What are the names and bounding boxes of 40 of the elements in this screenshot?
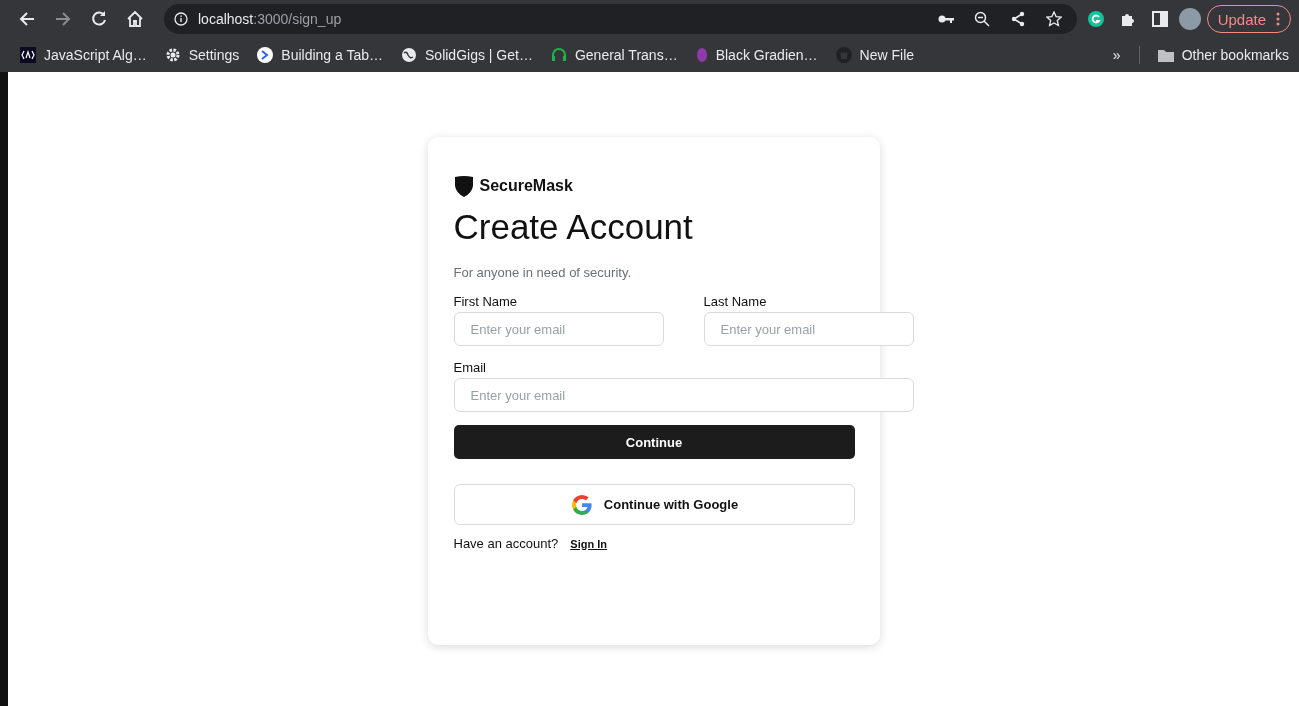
account-prompt: Have an account? [453, 536, 559, 551]
sign-in-link[interactable]: Sign In [570, 537, 607, 550]
bookmark[interactable]: New File [835, 47, 915, 63]
url-text: localhost:3000/sign_up [198, 11, 343, 27]
bookmark[interactable]: Building a Tab… [257, 47, 383, 63]
subtitle: For anyone in need of security. [453, 265, 633, 280]
home-icon [126, 10, 144, 28]
back-arrow-icon [18, 10, 36, 28]
input-field[interactable]: Enter your email [703, 312, 914, 346]
bookmark[interactable]: SolidGigs | Get… [401, 47, 533, 63]
folder-icon [1157, 48, 1174, 62]
headset-icon [550, 47, 567, 63]
other-bookmarks[interactable]: Other bookmarks [1157, 47, 1289, 63]
chevron-logo-icon [257, 47, 274, 63]
field-label: Email [453, 360, 487, 375]
google-logo-icon [569, 492, 594, 517]
field-label: First Name [453, 294, 519, 309]
address-bar[interactable]: localhost:3000/sign_up [164, 4, 1077, 34]
info-icon [174, 12, 188, 26]
bookmark[interactable]: Black Gradien… [695, 47, 818, 63]
more-icon [1276, 12, 1280, 26]
more-bookmarks-button[interactable]: » [1112, 47, 1121, 63]
drop-logo-icon [695, 47, 708, 63]
input-field[interactable]: Enter your email [453, 312, 664, 346]
brand-name: SecureMask [479, 177, 573, 195]
google-button[interactable]: Continue with Google [453, 484, 855, 525]
bookmark[interactable]: JavaScript Alg… [20, 47, 147, 63]
shield-icon [453, 175, 474, 197]
continue-button[interactable]: Continue [453, 425, 855, 459]
code-logo-icon [20, 47, 36, 63]
globe-icon [401, 47, 417, 63]
input-field[interactable]: Enter your email [453, 378, 914, 412]
reload-icon [90, 10, 108, 28]
page-title: Create Account [453, 207, 694, 247]
field-label: Last Name [703, 294, 768, 309]
bookmark[interactable]: Settings [164, 47, 240, 63]
bookmark[interactable]: General Trans… [550, 47, 678, 63]
profile-avatar[interactable] [1178, 8, 1201, 30]
forward-arrow-icon [54, 10, 72, 28]
gear-icon [164, 47, 181, 63]
